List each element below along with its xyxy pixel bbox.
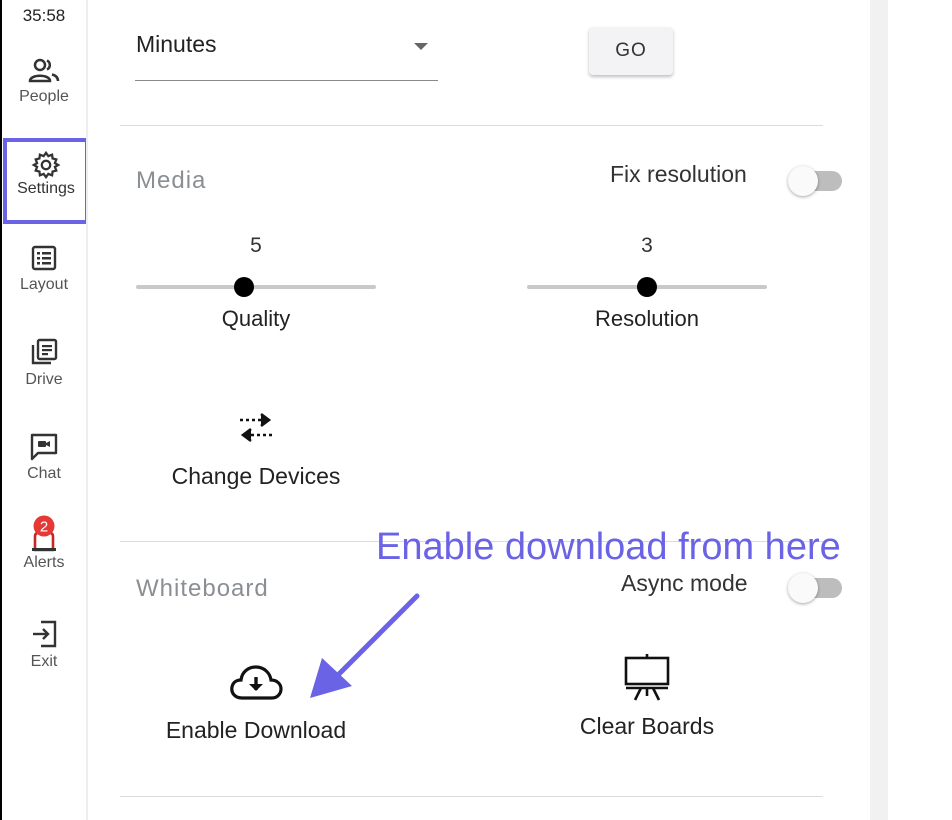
layout-icon <box>31 245 57 271</box>
fix-resolution-label: Fix resolution <box>610 161 747 187</box>
divider <box>120 796 823 797</box>
whiteboard-section-title: Whiteboard <box>136 575 269 602</box>
session-timer: 35:58 <box>22 6 66 25</box>
sidebar-item-label: Drive <box>25 371 63 388</box>
sidebar-item-layout[interactable]: Layout <box>2 244 86 328</box>
quality-value: 5 <box>250 234 262 257</box>
sidebar-item-chat[interactable]: Chat <box>2 431 86 515</box>
sidebar-item-label: Chat <box>27 465 61 482</box>
annotation-text: Enable download from here <box>376 526 841 568</box>
alerts-badge-count: 2 <box>40 519 48 536</box>
easel-board-icon <box>624 654 670 701</box>
scrollbar-track[interactable] <box>870 0 888 820</box>
alerts-icon: 2 <box>32 515 56 552</box>
resolution-label: Resolution <box>595 306 699 331</box>
async-mode-toggle[interactable] <box>788 568 846 603</box>
toggle-thumb <box>788 573 818 603</box>
clear-boards-button[interactable]: Clear Boards <box>557 652 737 740</box>
clear-boards-label: Clear Boards <box>579 713 715 739</box>
divider <box>120 125 823 126</box>
quality-slider-group: 5 Quality <box>136 234 376 344</box>
sidebar-item-exit[interactable]: Exit <box>2 619 86 703</box>
quality-label: Quality <box>221 306 291 331</box>
gear-icon <box>31 150 61 180</box>
fix-resolution-toggle[interactable] <box>788 161 846 196</box>
change-devices-button[interactable]: Change Devices <box>156 408 356 490</box>
sidebar-item-label: Settings <box>17 180 75 197</box>
chevron-down-icon <box>414 43 428 50</box>
sidebar-item-label: Alerts <box>23 554 65 571</box>
exit-icon <box>33 620 57 648</box>
sidebar-item-label: People <box>19 88 69 105</box>
drive-icon <box>31 338 58 365</box>
media-section-title: Media <box>136 167 207 194</box>
quality-slider-track[interactable] <box>136 285 376 289</box>
cloud-download-icon <box>230 665 283 700</box>
sidebar-item-people[interactable]: People <box>2 56 86 140</box>
toggle-thumb <box>788 166 818 196</box>
enable-download-label: Enable Download <box>165 717 347 743</box>
resolution-slider-thumb[interactable] <box>637 277 657 297</box>
sidebar-item-settings[interactable]: Settings <box>3 138 89 224</box>
duration-unit-select[interactable]: Minutes <box>135 28 438 81</box>
sidebar-item-label: Exit <box>30 653 58 670</box>
duration-unit-value: Minutes <box>136 31 217 57</box>
quality-slider-thumb[interactable] <box>234 277 254 297</box>
people-icon <box>28 58 60 83</box>
swap-arrows-icon <box>240 412 272 443</box>
right-margin <box>888 0 952 820</box>
async-mode-label: Async mode <box>621 570 748 596</box>
resolution-slider-group: 3 Resolution <box>527 234 767 344</box>
sidebar-item-label: Layout <box>19 276 69 293</box>
go-button[interactable]: GO <box>589 27 673 75</box>
chat-icon <box>30 433 58 461</box>
sidebar-item-alerts[interactable]: 2 Alerts <box>2 514 86 598</box>
annotation-arrow-icon <box>310 593 420 698</box>
sidebar: 35:58 People Settings Layout Drive Chat … <box>2 0 89 820</box>
change-devices-label: Change Devices <box>171 463 341 489</box>
sidebar-item-drive[interactable]: Drive <box>2 337 86 421</box>
resolution-value: 3 <box>641 234 653 257</box>
